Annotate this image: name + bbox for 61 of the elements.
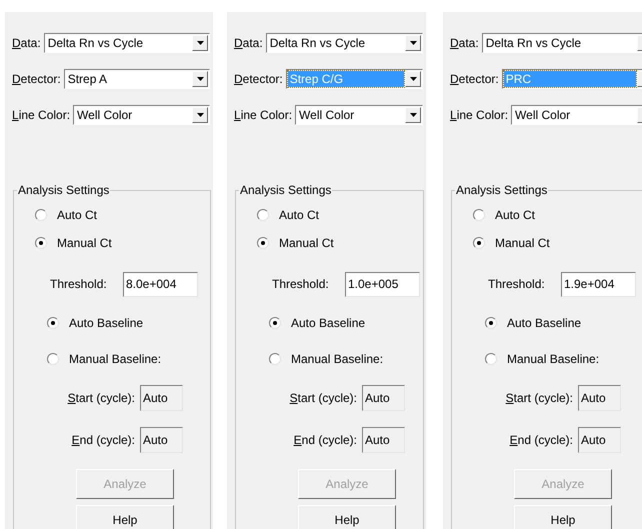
cycle-label: End (cycle): (292, 432, 358, 449)
group-title: Analysis Settings (455, 182, 548, 199)
dropdown-value: Delta Rn vs Cycle (268, 35, 366, 51)
dropdown-value: Well Color (298, 107, 356, 123)
threshold-input[interactable]: 8.0e+004 (123, 272, 198, 296)
cycle-input[interactable]: Auto (578, 427, 621, 453)
field-label: Line Color: (450, 107, 508, 124)
cycle-input[interactable]: Auto (140, 427, 183, 453)
dropdown-value: Delta Rn vs Cycle (484, 35, 582, 51)
dropdown[interactable]: Delta Rn vs Cycle (44, 33, 210, 53)
cycle-label: End (cycle): (508, 432, 574, 449)
cycle-input[interactable]: Auto (140, 385, 183, 411)
threshold-label: Threshold: (488, 276, 546, 293)
radio-label: Manual Baseline: (291, 351, 384, 368)
threshold-label: Threshold: (272, 276, 330, 293)
dropdown-value: Strep C/G (288, 71, 404, 87)
dropdown[interactable]: Well Color (511, 105, 642, 125)
cycle-input[interactable]: Auto (578, 385, 621, 411)
dropdown[interactable]: Well Color (73, 105, 210, 125)
group-title: Analysis Settings (239, 182, 332, 199)
cycle-input[interactable]: Auto (362, 385, 405, 411)
dropdown[interactable]: Delta Rn vs Cycle (266, 33, 423, 53)
field-label: Data: (12, 35, 41, 52)
dropdown[interactable]: Strep A (64, 69, 210, 89)
dropdown[interactable]: Delta Rn vs Cycle (482, 33, 642, 53)
radio-label: Auto Baseline (291, 315, 366, 332)
radio-label: Manual Baseline: (69, 351, 162, 368)
field-label: Line Color: (12, 107, 70, 124)
action-button[interactable]: Help (76, 505, 174, 529)
radio-label: Manual Ct (279, 235, 334, 252)
field-label: Detector: (12, 71, 61, 88)
dropdown[interactable]: Well Color (295, 105, 423, 125)
field-label: Detector: (234, 71, 283, 88)
threshold-input[interactable]: 1.0e+005 (345, 272, 420, 296)
cycle-label: End (cycle): (70, 432, 136, 449)
dropdown-value: Delta Rn vs Cycle (46, 35, 144, 51)
cycle-label: Start (cycle): (504, 390, 574, 407)
dropdown-value: Strep A (66, 71, 108, 87)
radio-label: Auto Ct (279, 207, 320, 224)
field-label: Data: (234, 35, 263, 52)
radio-label: Auto Ct (495, 207, 536, 224)
cycle-input[interactable]: Auto (362, 427, 405, 453)
dropdown-value: PRC (504, 71, 636, 87)
radio-label: Auto Baseline (507, 315, 582, 332)
radio-label: Manual Ct (57, 235, 112, 252)
radio-label: Manual Ct (495, 235, 550, 252)
group-title: Analysis Settings (17, 182, 110, 199)
field-label: Detector: (450, 71, 499, 88)
action-button[interactable]: Help (514, 505, 612, 529)
radio-label: Manual Baseline: (507, 351, 600, 368)
threshold-label: Threshold: (50, 276, 108, 293)
field-label: Line Color: (234, 107, 292, 124)
threshold-input[interactable]: 1.9e+004 (561, 272, 636, 296)
radio-label: Auto Baseline (69, 315, 144, 332)
dropdown-value: Well Color (76, 107, 134, 123)
cycle-label: Start (cycle): (66, 390, 136, 407)
dropdown-value: Well Color (514, 107, 572, 123)
radio-label: Auto Ct (57, 207, 98, 224)
cycle-label: Start (cycle): (288, 390, 358, 407)
field-label: Data: (450, 35, 479, 52)
action-button[interactable]: Help (298, 505, 396, 529)
